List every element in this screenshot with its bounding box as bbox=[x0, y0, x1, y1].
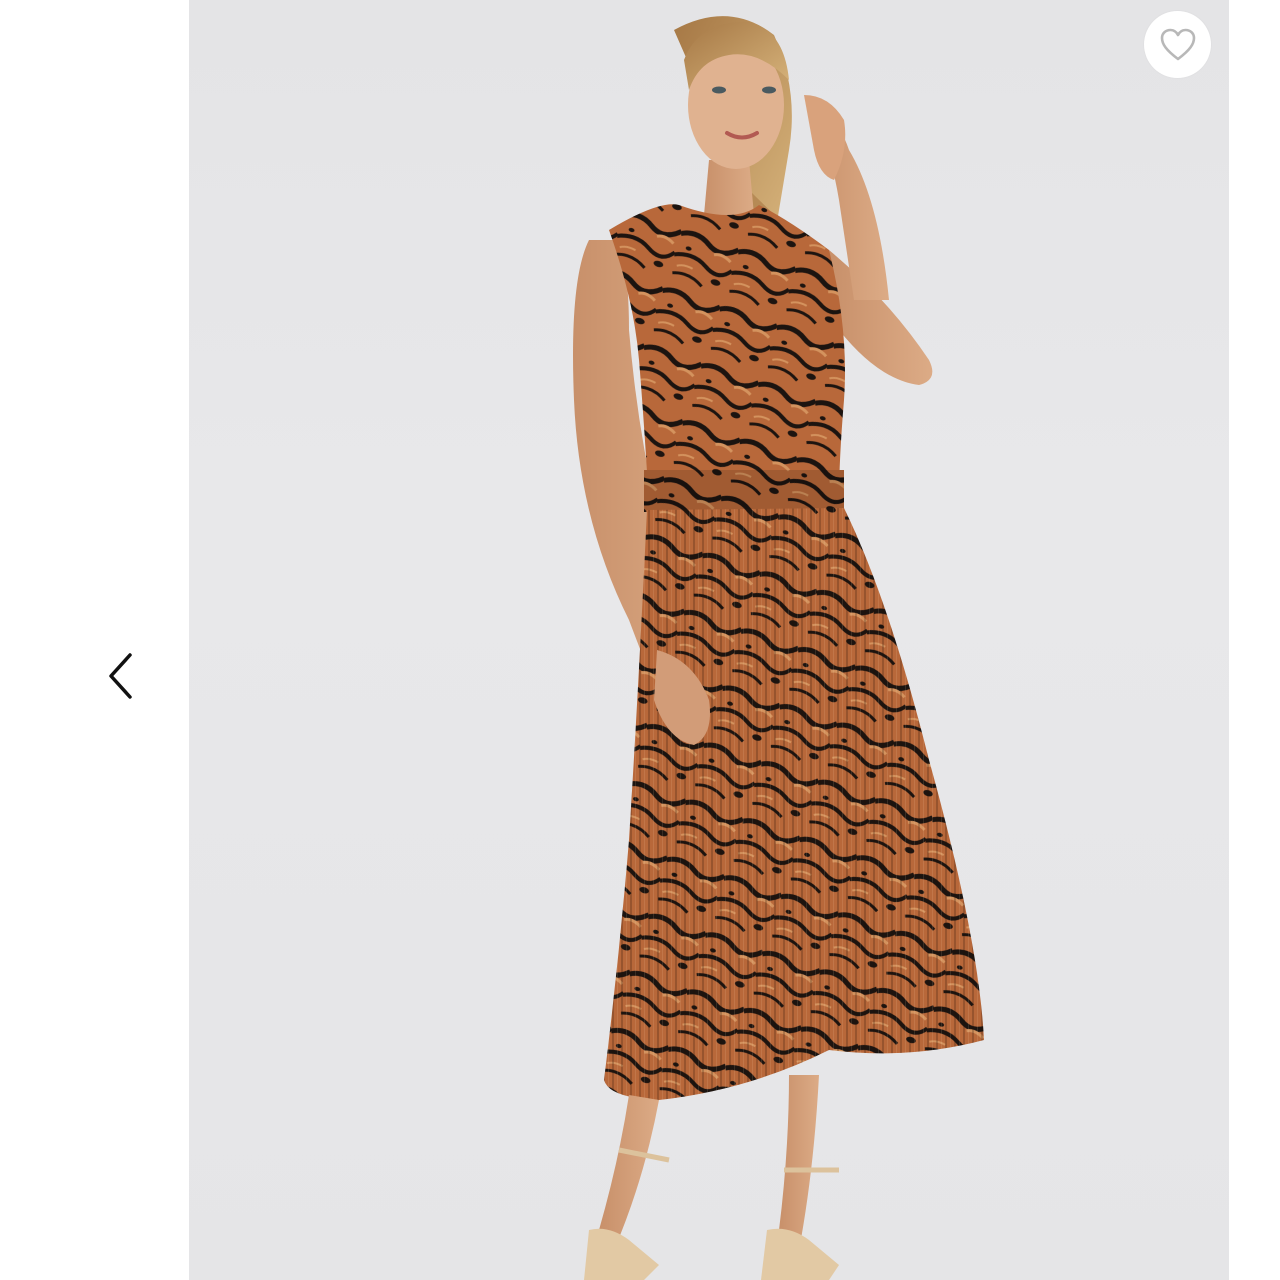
product-photo bbox=[189, 0, 1229, 1280]
like-button[interactable] bbox=[1144, 11, 1211, 78]
model-illustration bbox=[573, 16, 984, 1280]
chevron-left-icon bbox=[109, 653, 132, 699]
previous-image-button[interactable] bbox=[92, 640, 148, 712]
heart-outline-icon bbox=[1160, 28, 1195, 60]
product-image-viewer bbox=[0, 0, 1280, 1280]
